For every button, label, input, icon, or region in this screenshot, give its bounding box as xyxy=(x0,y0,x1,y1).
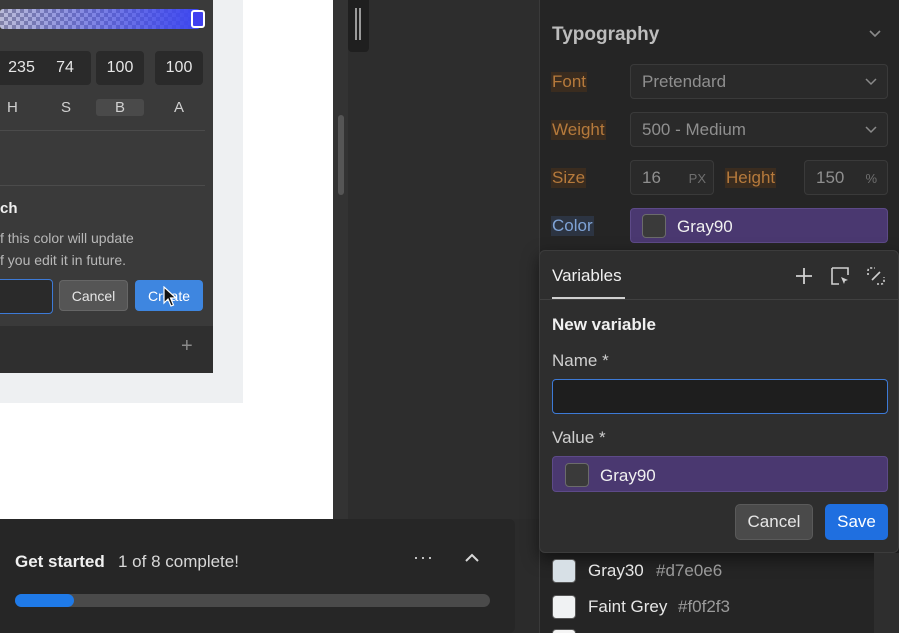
resize-handle-line xyxy=(355,8,357,40)
height-label[interactable]: Height xyxy=(725,168,777,188)
weight-select-value: 500 - Medium xyxy=(642,120,746,139)
brightness-label[interactable]: B xyxy=(96,99,144,116)
height-value: 150 xyxy=(816,168,845,187)
list-scrollbar[interactable] xyxy=(874,553,899,633)
swatch-cancel-button[interactable]: Cancel xyxy=(59,280,128,311)
variable-value-color: Gray90 xyxy=(600,466,656,485)
color-value: Gray90 xyxy=(677,217,733,236)
size-input[interactable]: 16 PX xyxy=(630,160,714,195)
progress-bar xyxy=(15,594,490,607)
typography-section-title[interactable]: Typography xyxy=(552,24,659,46)
swatch-hex: #d7e0e6 xyxy=(656,561,723,580)
alpha-slider-handle[interactable] xyxy=(191,10,205,28)
color-swatch-chip xyxy=(642,214,666,238)
resize-handle[interactable] xyxy=(348,0,369,52)
chevron-down-icon xyxy=(865,78,877,86)
alpha-slider-track[interactable] xyxy=(0,9,200,29)
swatch-chip xyxy=(552,629,576,633)
swatch-name: Faint Grey xyxy=(588,597,668,616)
color-picker-panel: 235 74 100 100 H S B A ch f this color w… xyxy=(0,0,213,373)
swatch-section-title: ch xyxy=(0,200,18,217)
color-field[interactable]: Gray90 xyxy=(630,208,888,243)
canvas-scrollbar[interactable] xyxy=(333,0,348,519)
variable-value-field[interactable]: Gray90 xyxy=(552,456,888,492)
line-height-input[interactable]: 150 % xyxy=(804,160,888,195)
value-field-label: Value * xyxy=(552,428,606,447)
divider xyxy=(540,299,898,300)
panel-gap xyxy=(333,0,539,519)
swatch-description-line: f you edit it in future. xyxy=(0,252,127,268)
get-started-count: 1 of 8 complete! xyxy=(118,552,239,571)
save-button[interactable]: Save xyxy=(825,504,888,540)
cancel-button[interactable]: Cancel xyxy=(735,504,813,540)
select-element-icon[interactable] xyxy=(830,266,850,286)
swatch-hex: #f0f2f3 xyxy=(678,597,730,616)
tab-variables[interactable]: Variables xyxy=(552,266,622,286)
color-picker-body xyxy=(0,0,213,326)
color-swatch-chip xyxy=(565,463,589,487)
swatch-chip xyxy=(552,559,576,583)
alpha-input[interactable]: 100 xyxy=(155,51,203,85)
font-select-value: Pretendard xyxy=(642,72,727,91)
height-unit: % xyxy=(865,171,877,186)
weight-select[interactable]: 500 - Medium xyxy=(630,112,888,147)
chevron-down-icon[interactable] xyxy=(868,29,882,39)
size-value: 16 xyxy=(642,168,661,187)
brightness-input[interactable]: 100 xyxy=(96,51,144,85)
color-label[interactable]: Color xyxy=(551,216,594,236)
chevron-down-icon xyxy=(865,126,877,134)
resize-handle-line xyxy=(359,8,361,40)
font-label[interactable]: Font xyxy=(551,72,588,92)
scrollbar-thumb[interactable] xyxy=(338,115,344,195)
chevron-up-icon[interactable] xyxy=(462,552,482,564)
new-variable-title: New variable xyxy=(552,315,656,334)
more-options-icon[interactable]: ··· xyxy=(413,547,434,568)
swatch-name-input[interactable] xyxy=(0,279,53,314)
alpha-label: A xyxy=(174,99,185,116)
name-field-label: Name * xyxy=(552,351,609,370)
swatch-name: Gray30 xyxy=(588,561,644,580)
swatch-description-line: f this color will update xyxy=(0,230,134,246)
add-swatch-icon[interactable]: + xyxy=(181,335,193,358)
plus-icon[interactable] xyxy=(794,266,814,286)
weight-label[interactable]: Weight xyxy=(551,120,606,140)
hue-label: H xyxy=(7,99,18,116)
swatch-chip xyxy=(552,595,576,619)
swatch-description: f this color will update f you edit it i… xyxy=(0,227,210,271)
get-started-checklist: Get started 1 of 8 complete! ··· xyxy=(0,519,515,633)
saturation-label: S xyxy=(61,99,72,116)
get-started-title: Get started xyxy=(15,552,105,571)
font-select[interactable]: Pretendard xyxy=(630,64,888,99)
mouse-cursor-icon xyxy=(163,286,177,307)
variable-name-input[interactable] xyxy=(552,379,888,414)
size-unit: PX xyxy=(688,171,706,186)
divider xyxy=(0,130,205,131)
size-label[interactable]: Size xyxy=(551,168,587,188)
detach-variable-icon[interactable] xyxy=(866,266,886,286)
progress-bar-fill xyxy=(15,594,75,607)
divider xyxy=(0,185,205,186)
saturation-input[interactable]: 74 xyxy=(39,51,91,85)
